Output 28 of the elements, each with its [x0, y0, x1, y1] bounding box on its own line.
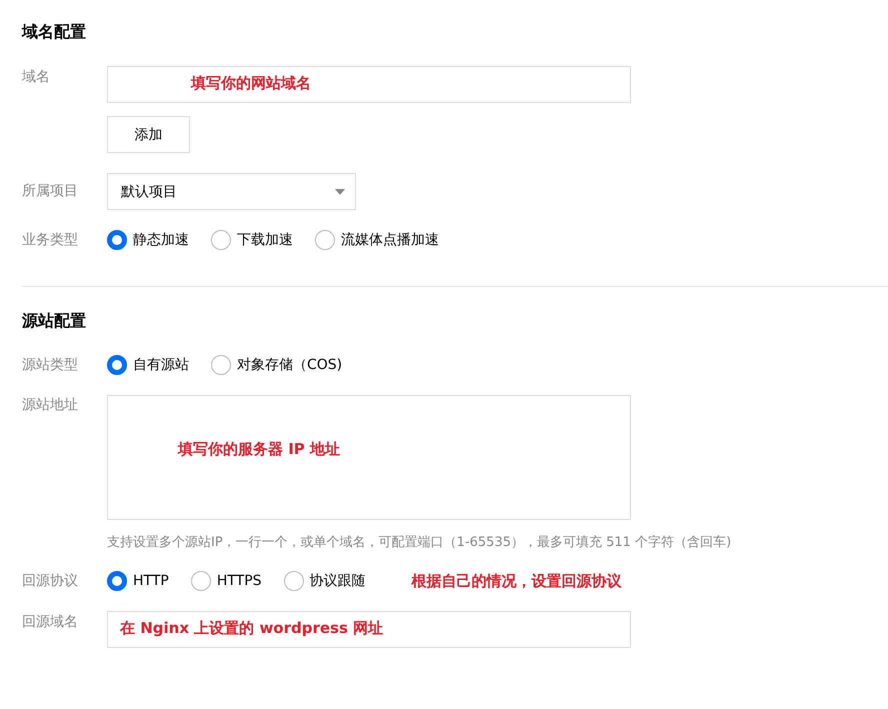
field-label: 业务类型: [22, 231, 79, 250]
field-label: 回源域名: [22, 613, 79, 632]
text-area[interactable]: 填写你的服务器 IP 地址: [107, 395, 631, 520]
input-field[interactable]: 在 Nginx 上设置的 wordpress 网址: [107, 611, 631, 648]
field-label: 回源协议: [22, 572, 79, 591]
project-dropdown[interactable]: 默认项目: [107, 173, 356, 210]
field-label: 源站地址: [22, 396, 79, 415]
hint-text: 支持设置多个源站IP，一行一个，或单个域名，可配置端口（1-65535），最多可填充 511 个字符（含回车): [107, 534, 732, 551]
radio-option[interactable]: HTTPS: [190, 571, 262, 591]
field-label: 源站类型: [22, 356, 79, 375]
annotation-text: 根据自己的情况，设置回源协议: [412, 572, 622, 590]
field-label: 所属项目: [22, 182, 79, 201]
radio-option[interactable]: 下载加速: [211, 230, 293, 250]
annotation-text: 填写你的服务器 IP 地址: [178, 440, 340, 459]
radio-option[interactable]: HTTP: [107, 571, 169, 591]
radio-option[interactable]: 对象存储（COS): [211, 355, 342, 375]
radio-option[interactable]: 流媒体点播加速: [315, 230, 439, 250]
section-title: 源站配置: [22, 311, 87, 332]
annotation-text: 填写你的网站域名: [191, 74, 311, 93]
radio-option[interactable]: 静态加速: [107, 230, 189, 250]
annotation-text: 在 Nginx 上设置的 wordpress 网址: [120, 619, 384, 638]
caret-icon: [335, 188, 345, 194]
radio-option[interactable]: 协议跟随: [284, 571, 366, 591]
radio-option[interactable]: 自有源站: [107, 355, 189, 375]
field-label: 域名: [22, 68, 51, 87]
add-button[interactable]: 添加: [107, 116, 190, 153]
input-field[interactable]: 填写你的网站域名: [107, 66, 631, 103]
section-title: 域名配置: [22, 22, 87, 43]
